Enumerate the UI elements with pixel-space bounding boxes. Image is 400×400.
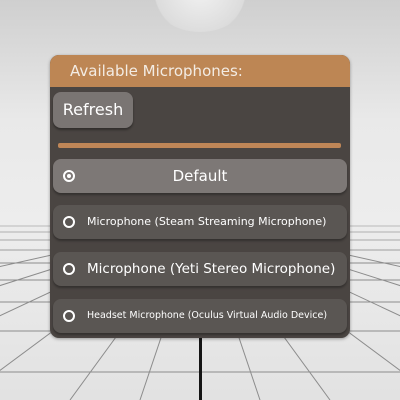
microphone-option-label: Microphone (Steam Streaming Microphone) — [87, 215, 327, 228]
microphone-panel: Available Microphones: Refresh Default M… — [50, 55, 350, 338]
microphone-option-label: Microphone (Yeti Stereo Microphone) — [87, 261, 336, 277]
microphone-option-default[interactable]: Default — [53, 159, 347, 193]
divider — [58, 143, 341, 148]
panel-header: Available Microphones: — [50, 55, 350, 87]
microphone-option-label: Default — [172, 167, 228, 185]
radio-unselected-icon — [63, 310, 75, 322]
microphone-option-oculus-headset[interactable]: Headset Microphone (Oculus Virtual Audio… — [53, 299, 347, 333]
microphone-option-steam-streaming[interactable]: Microphone (Steam Streaming Microphone) — [53, 205, 347, 239]
panel-title: Available Microphones: — [70, 62, 243, 80]
radio-unselected-icon — [63, 216, 75, 228]
microphone-option-label: Headset Microphone (Oculus Virtual Audio… — [87, 310, 328, 321]
panel-stand-pole — [199, 338, 202, 400]
radio-unselected-icon — [63, 263, 75, 275]
refresh-button[interactable]: Refresh — [53, 92, 133, 128]
microphone-option-yeti-stereo[interactable]: Microphone (Yeti Stereo Microphone) — [53, 252, 347, 286]
